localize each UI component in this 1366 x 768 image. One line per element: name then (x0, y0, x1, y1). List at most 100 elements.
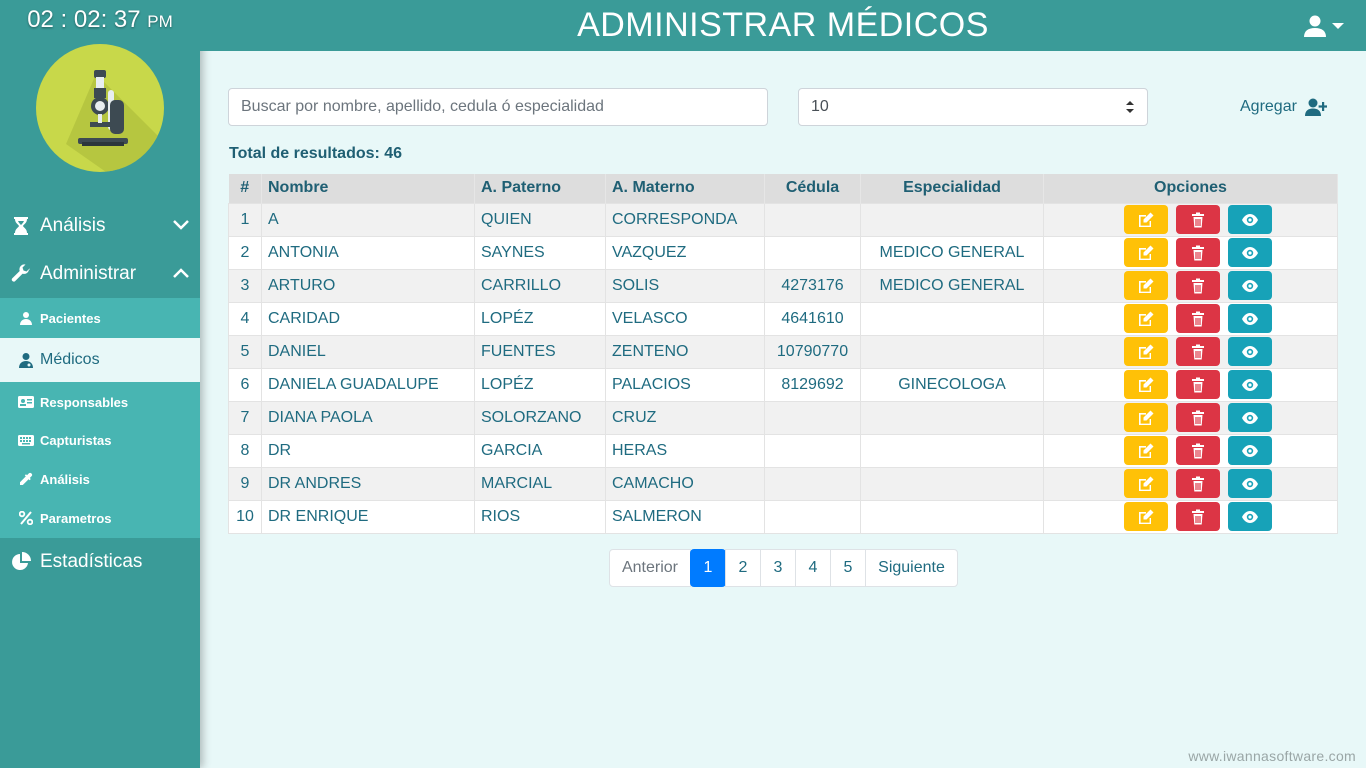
user-icon (1304, 15, 1326, 37)
view-button[interactable] (1228, 469, 1272, 498)
table-row: 9 DR ANDRES MARCIAL CAMACHO (228, 466, 1338, 501)
search-input[interactable] (228, 88, 768, 126)
cell-cedula: 8129692 (764, 367, 861, 402)
nav-analisis[interactable]: Análisis (0, 202, 200, 250)
pagination-prev[interactable]: Anterior (609, 549, 691, 587)
col-header: Opciones (1043, 174, 1338, 203)
cell-especialidad (860, 499, 1044, 534)
edit-button[interactable] (1124, 238, 1168, 267)
view-button[interactable] (1228, 370, 1272, 399)
cell-materno: CORRESPONDA (605, 202, 765, 237)
delete-button[interactable] (1176, 469, 1220, 498)
view-button[interactable] (1228, 403, 1272, 432)
trash-icon (1189, 310, 1207, 328)
hourglass-icon (10, 215, 32, 237)
submenu-item-capturistas[interactable]: Capturistas (0, 420, 200, 460)
page-title: ADMINISTRAR MÉDICOS (577, 6, 989, 44)
eye-icon (1241, 376, 1259, 394)
cell-especialidad (860, 334, 1044, 369)
col-header[interactable]: Nombre (261, 174, 475, 203)
edit-button[interactable] (1124, 205, 1168, 234)
col-header: # (228, 174, 262, 203)
col-header[interactable]: A. Materno (605, 174, 765, 203)
edit-button[interactable] (1124, 403, 1168, 432)
col-header[interactable]: Cédula (764, 174, 861, 203)
delete-button[interactable] (1176, 403, 1220, 432)
nav-estadisticas-label: Estadísticas (40, 551, 143, 572)
cell-index: 3 (228, 268, 262, 303)
col-header[interactable]: Especialidad (860, 174, 1044, 203)
cell-index: 8 (228, 433, 262, 468)
pagination-next[interactable]: Siguiente (865, 549, 958, 587)
edit-button[interactable] (1124, 370, 1168, 399)
delete-button[interactable] (1176, 370, 1220, 399)
trash-icon (1189, 376, 1207, 394)
col-header[interactable]: A. Paterno (474, 174, 606, 203)
view-button[interactable] (1228, 271, 1272, 300)
trash-icon (1189, 508, 1207, 526)
trash-icon (1189, 244, 1207, 262)
cell-cedula: 4641610 (764, 301, 861, 336)
trash-icon (1189, 409, 1207, 427)
submenu-item-responsables[interactable]: Responsables (0, 382, 200, 422)
users-icon (18, 310, 34, 326)
submenu-item-pacientes[interactable]: Pacientes (0, 298, 200, 338)
add-doctor-button[interactable]: Agregar (1240, 95, 1327, 119)
pagination-page[interactable]: 1 (690, 549, 726, 587)
edit-button[interactable] (1124, 469, 1168, 498)
clock: 02 : 02: 37 PM (0, 0, 200, 40)
user-menu[interactable] (1304, 13, 1344, 39)
view-button[interactable] (1228, 205, 1272, 234)
delete-button[interactable] (1176, 337, 1220, 366)
delete-button[interactable] (1176, 502, 1220, 531)
view-button[interactable] (1228, 436, 1272, 465)
nav-analisis-label: Análisis (40, 215, 106, 236)
page-size-select[interactable]: 10 (798, 88, 1148, 126)
microscope-logo (36, 44, 164, 172)
pagination-page[interactable]: 3 (760, 549, 796, 587)
cell-cedula (764, 202, 861, 237)
pagination-page[interactable]: 2 (725, 549, 761, 587)
submenu-item-medicos[interactable]: Médicos (0, 338, 200, 382)
nav-estadisticas[interactable]: Estadísticas (0, 538, 200, 586)
user-plus-icon (1304, 98, 1327, 116)
pagination-page[interactable]: 5 (830, 549, 866, 587)
pagination-page[interactable]: 4 (795, 549, 831, 587)
pagination: Anterior 1 2 3 4 5 Siguiente (609, 549, 958, 587)
view-button[interactable] (1228, 304, 1272, 333)
delete-button[interactable] (1176, 304, 1220, 333)
edit-button[interactable] (1124, 436, 1168, 465)
cell-materno: CAMACHO (605, 466, 765, 501)
view-button[interactable] (1228, 502, 1272, 531)
edit-button[interactable] (1124, 502, 1168, 531)
cell-cedula: 10790770 (764, 334, 861, 369)
cell-nombre: A (261, 202, 475, 237)
view-button[interactable] (1228, 238, 1272, 267)
submenu-item-analisis[interactable]: Análisis (0, 459, 200, 499)
delete-button[interactable] (1176, 205, 1220, 234)
table-row: 8 DR GARCIA HERAS (228, 433, 1338, 468)
edit-button[interactable] (1124, 271, 1168, 300)
eyedropper-icon (18, 471, 34, 487)
edit-button[interactable] (1124, 337, 1168, 366)
cell-index: 4 (228, 301, 262, 336)
view-button[interactable] (1228, 337, 1272, 366)
delete-button[interactable] (1176, 238, 1220, 267)
cell-paterno: LOPÉZ (474, 367, 606, 402)
cell-cedula (764, 400, 861, 435)
submenu-item-parametros[interactable]: Parametros (0, 498, 200, 538)
eye-icon (1241, 343, 1259, 361)
edit-icon (1137, 376, 1155, 394)
footer-watermark: www.iwannasoftware.com (1188, 748, 1356, 764)
submenu-label: Pacientes (40, 310, 101, 326)
admin-submenu: Pacientes Médicos Responsables Capturist… (0, 298, 200, 538)
delete-button[interactable] (1176, 436, 1220, 465)
cell-paterno: QUIEN (474, 202, 606, 237)
trash-icon (1189, 343, 1207, 361)
id-card-icon (18, 394, 34, 410)
table-row: 3 ARTURO CARRILLO SOLIS 4273176 MEDICO GENERA… (228, 268, 1338, 303)
cell-paterno: SAYNES (474, 235, 606, 270)
delete-button[interactable] (1176, 271, 1220, 300)
edit-button[interactable] (1124, 304, 1168, 333)
nav-administrar[interactable]: Administrar (0, 250, 200, 298)
